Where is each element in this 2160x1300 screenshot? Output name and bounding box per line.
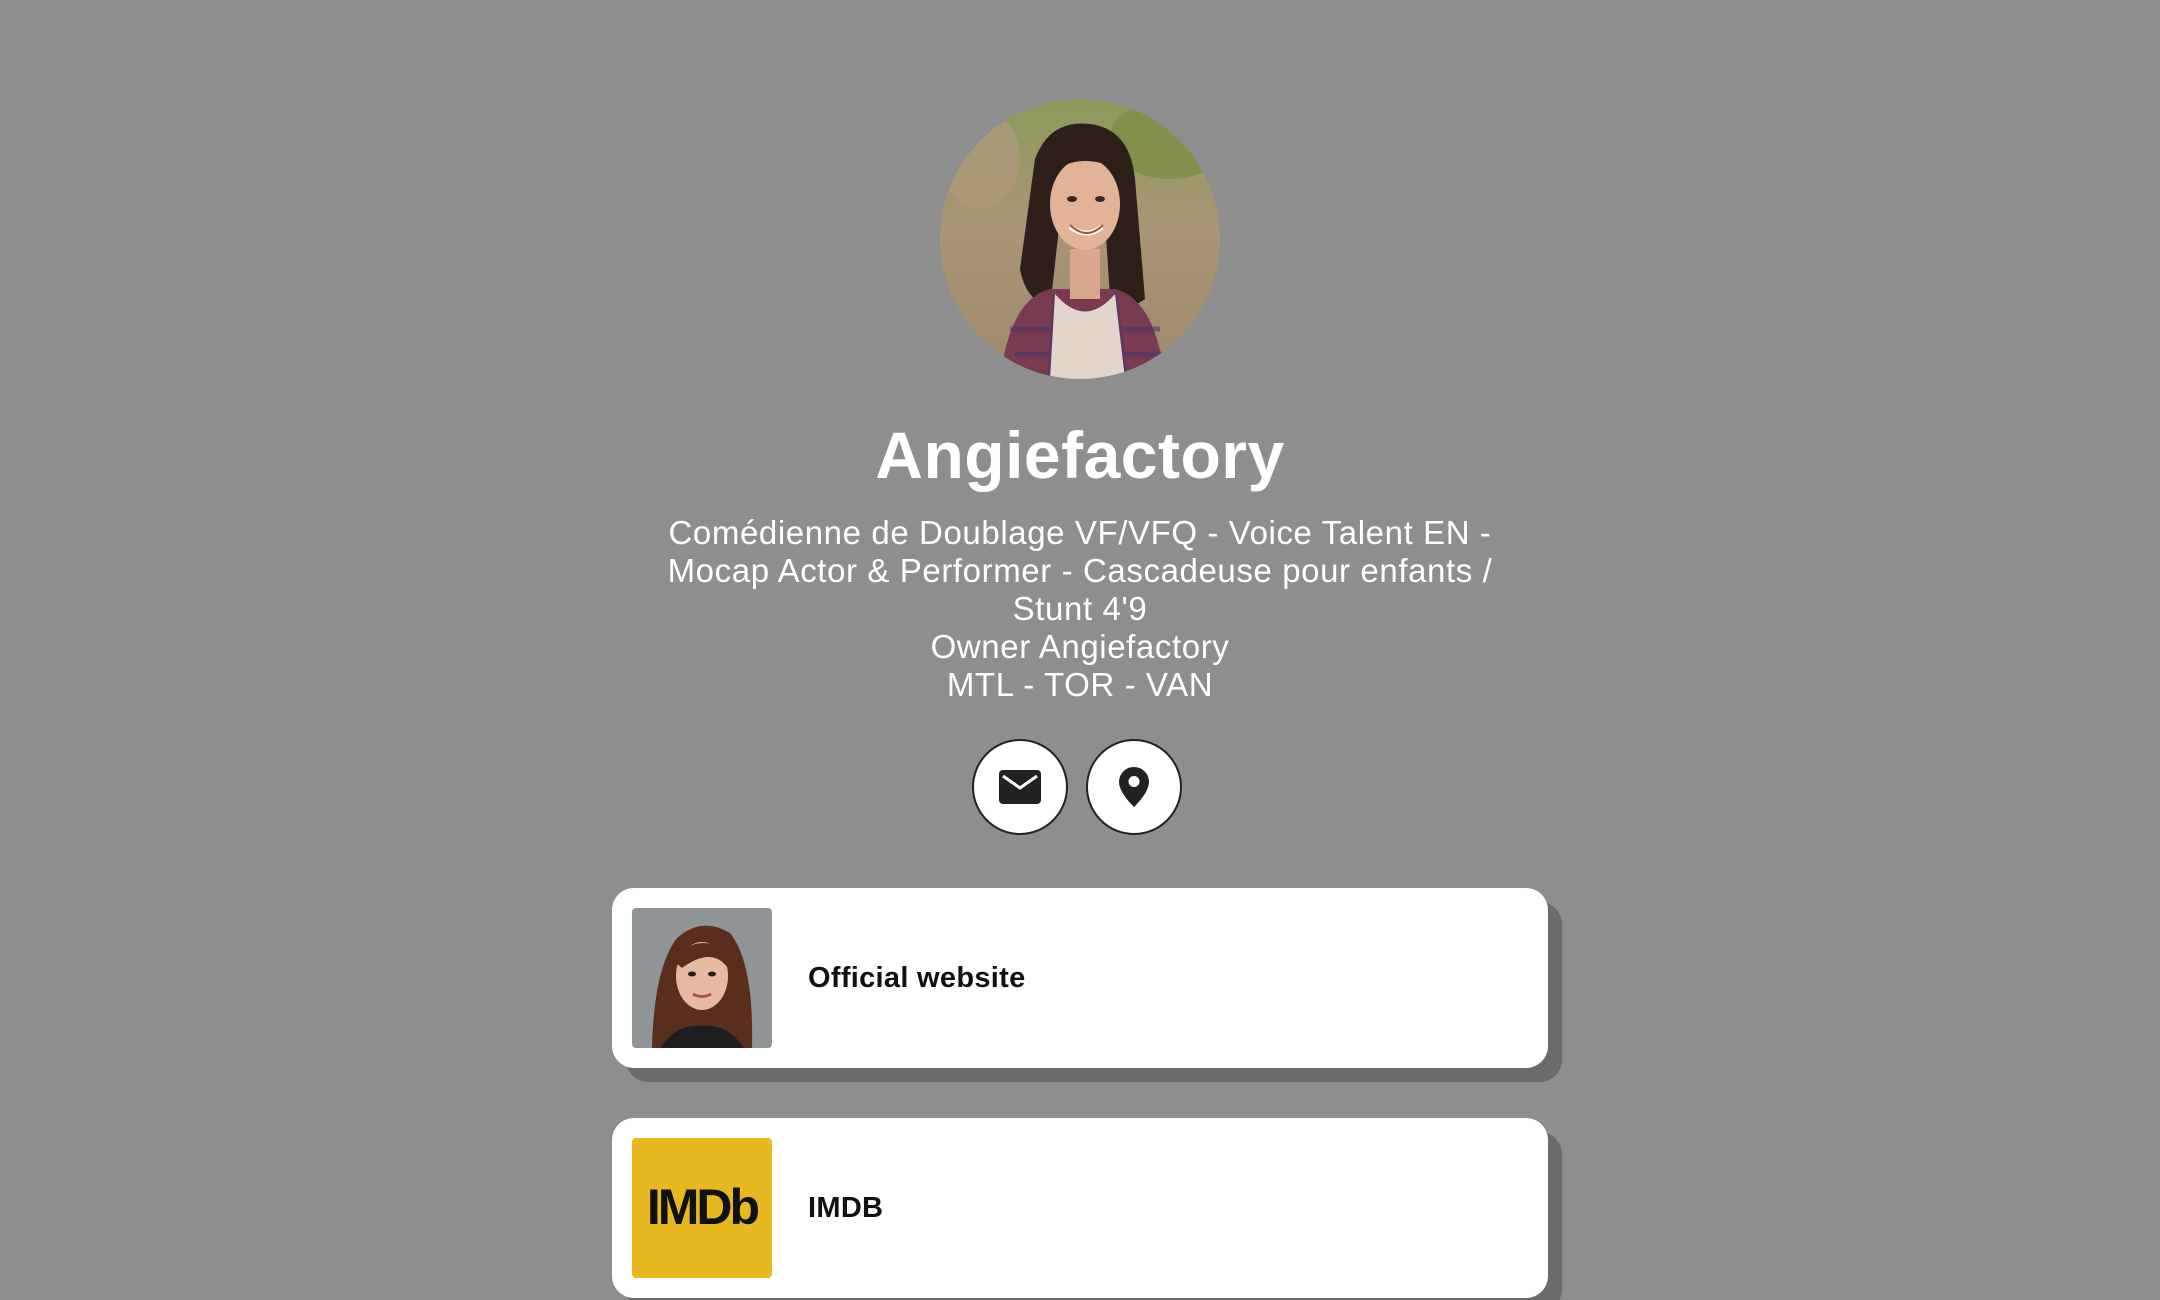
profile-name: Angiefactory — [875, 418, 1285, 492]
bio-line: Owner Angiefactory — [930, 628, 1230, 665]
link-label: IMDB — [808, 1192, 884, 1224]
imdb-logo-text: IMDb — [647, 1179, 759, 1235]
avatar — [940, 99, 1220, 379]
link-thumbnail: IMDb — [632, 1138, 772, 1278]
location-pin-icon — [1119, 767, 1149, 807]
bio-line: Stunt 4'9 — [1012, 590, 1148, 627]
link-imdb[interactable]: IMDb IMDB — [612, 1118, 1548, 1298]
imdb-logo: IMDb — [632, 1138, 772, 1278]
portrait-photo — [632, 908, 772, 1048]
mail-icon — [999, 770, 1041, 804]
email-button[interactable] — [972, 739, 1068, 835]
social-icons-row — [972, 739, 1182, 835]
link-official-website[interactable]: Official website — [612, 888, 1548, 1068]
link-label: Official website — [808, 962, 1026, 994]
bio-line: Comédienne de Doublage VF/VFQ - Voice Ta… — [668, 514, 1492, 551]
profile-bio: Comédienne de Doublage VF/VFQ - Voice Ta… — [630, 514, 1530, 704]
avatar-photo — [940, 99, 1220, 379]
location-button[interactable] — [1086, 739, 1182, 835]
bio-line: Mocap Actor & Performer - Cascadeuse pou… — [667, 552, 1493, 589]
link-thumbnail — [632, 908, 772, 1048]
bio-line: MTL - TOR - VAN — [946, 666, 1214, 703]
